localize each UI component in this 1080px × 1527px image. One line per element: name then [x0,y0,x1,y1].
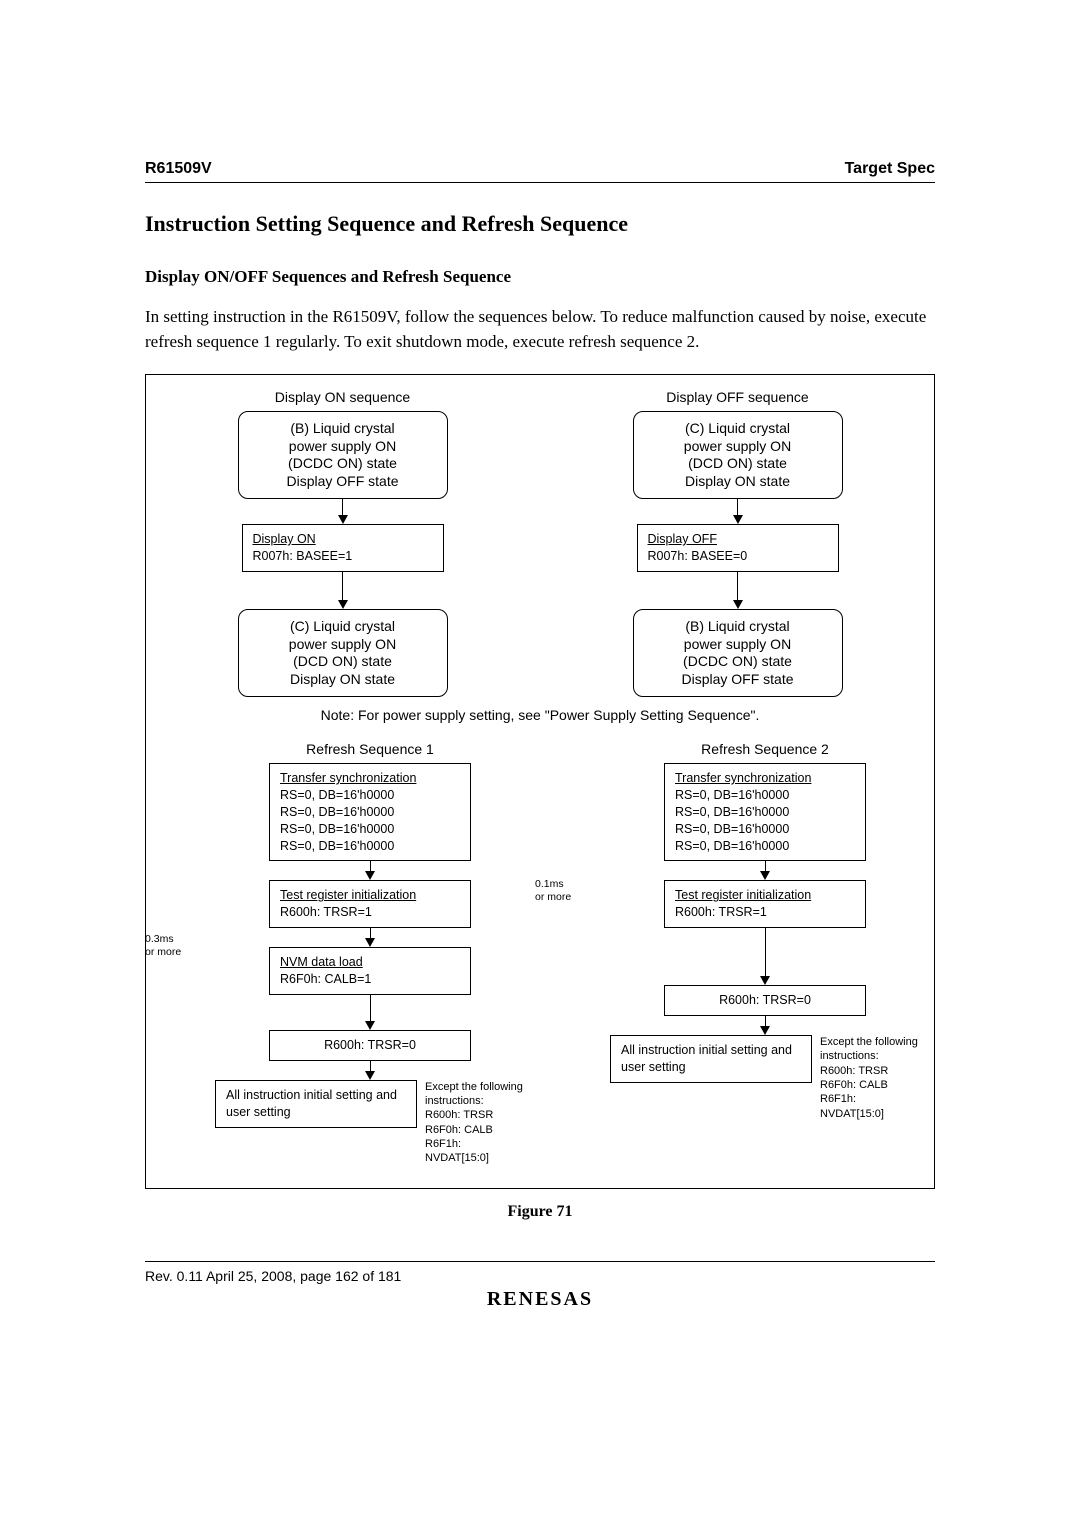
figure-caption: Figure 71 [145,1203,935,1221]
rs1-test-reg-init: Test register initialization R600h: TRSR… [269,880,471,928]
rs2-test-reg-init: Test register initialization R600h: TRSR… [664,880,866,928]
arrow-down-icon [733,600,743,609]
refresh-seq-1: Refresh Sequence 1 0.3ms or more Transfe… [160,737,525,1166]
display-off-instruction: Display OFF R007h: BASEE=0 [637,524,839,572]
wait-0-1ms: 0.1ms or more [535,878,590,903]
arrow-down-icon [760,976,770,985]
display-on-register: R007h: BASEE=1 [253,549,353,563]
section-title: Instruction Setting Sequence and Refresh… [145,211,935,237]
rs1-trsr0: R600h: TRSR=0 [269,1030,471,1061]
rs1-tsync-lines: RS=0, DB=16'h0000 RS=0, DB=16'h0000 RS=0… [280,788,394,853]
right-column: Display OFF sequence (C) Liquid crystal … [555,389,920,697]
rs1-except-lines: R600h: TRSR R6F0h: CALB R6F1h: NVDAT[15:… [425,1109,493,1164]
rs1-tsync-label: Transfer synchronization [280,771,416,785]
display-off-register: R007h: BASEE=0 [648,549,748,563]
rs2-except-lines: R600h: TRSR R6F0h: CALB R6F1h: NVDAT[15:… [820,1065,888,1120]
rs1-transfer-sync: Transfer synchronization RS=0, DB=16'h00… [269,763,471,861]
on-state-b: (B) Liquid crystal power supply ON (DCDC… [238,411,448,499]
subsection-title: Display ON/OFF Sequences and Refresh Seq… [145,267,935,287]
display-off-label: Display OFF [648,532,717,546]
display-on-label: Display ON [253,532,316,546]
page-footer: Rev. 0.11 April 25, 2008, page 162 of 18… [145,1261,935,1311]
off-state-b: (B) Liquid crystal power supply ON (DCDC… [633,609,843,697]
product-name: R61509V [145,160,212,178]
rs2-except-note: Except the following instructions: R600h… [820,1035,920,1121]
arrow-down-icon [338,515,348,524]
doc-type: Target Spec [845,160,935,178]
rs2-transfer-sync: Transfer synchronization RS=0, DB=16'h00… [664,763,866,861]
arrow-down-icon [365,938,375,947]
arrow-down-icon [760,1026,770,1035]
off-sequence-title: Display OFF sequence [666,389,808,405]
rs2-tsync-label: Transfer synchronization [675,771,811,785]
body-paragraph: In setting instruction in the R61509V, f… [145,305,935,354]
page-header: R61509V Target Spec [145,160,935,183]
rs2-tsync-lines: RS=0, DB=16'h0000 RS=0, DB=16'h0000 RS=0… [675,788,789,853]
arrow-down-icon [365,871,375,880]
rs2-treg-label: Test register initialization [675,888,811,902]
arrow-down-icon [760,871,770,880]
rs1-all-inst: All instruction initial setting and user… [215,1080,417,1128]
rs2-trsr0: R600h: TRSR=0 [664,985,866,1016]
revision-line: Rev. 0.11 April 25, 2008, page 162 of 18… [145,1268,935,1284]
arrow-down-icon [733,515,743,524]
refresh-seq-2: Refresh Sequence 2 0.1ms or more Transfe… [555,737,920,1121]
page: R61509V Target Spec Instruction Setting … [0,0,1080,1371]
rs2-treg-reg: R600h: TRSR=1 [675,905,767,919]
rs1-except-label: Except the following instructions: [425,1081,523,1107]
rs1-except-note: Except the following instructions: R600h… [425,1080,525,1166]
arrow-down-icon [365,1071,375,1080]
rs2-all-inst: All instruction initial setting and user… [610,1035,812,1083]
display-on-instruction: Display ON R007h: BASEE=1 [242,524,444,572]
rs1-treg-label: Test register initialization [280,888,416,902]
arrow-down-icon [338,600,348,609]
figure-note: Note: For power supply setting, see "Pow… [160,707,920,723]
rs2-except-label: Except the following instructions: [820,1036,918,1062]
arrow-down-icon [365,1021,375,1030]
on-sequence-title: Display ON sequence [275,389,410,405]
wait-0-3ms: 0.3ms or more [145,933,200,958]
off-state-c: (C) Liquid crystal power supply ON (DCD … [633,411,843,499]
rs1-nvm-label: NVM data load [280,955,363,969]
brand-logo: RENESAS [145,1288,935,1311]
figure-71-diagram: Display ON sequence (B) Liquid crystal p… [145,374,935,1188]
rs1-treg-reg: R600h: TRSR=1 [280,905,372,919]
rs2-title: Refresh Sequence 2 [701,741,829,757]
on-state-c: (C) Liquid crystal power supply ON (DCD … [238,609,448,697]
rs1-title: Refresh Sequence 1 [306,741,434,757]
left-column: Display ON sequence (B) Liquid crystal p… [160,389,525,697]
rs1-nvm-load: NVM data load R6F0h: CALB=1 [269,947,471,995]
rs1-nvm-reg: R6F0h: CALB=1 [280,972,371,986]
